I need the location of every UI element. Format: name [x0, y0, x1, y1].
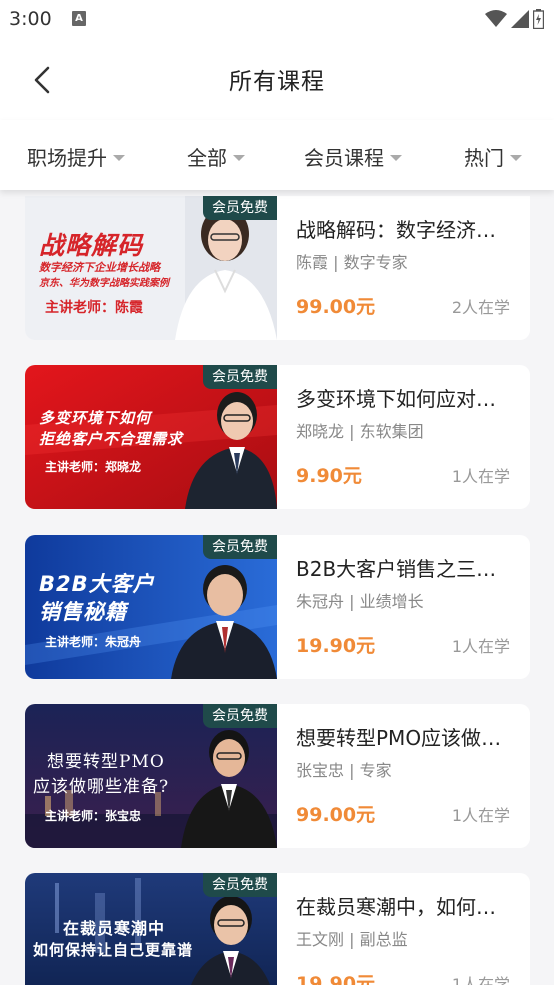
filter-label: 职场提升 — [27, 146, 107, 170]
caret-down-icon — [390, 154, 402, 161]
course-thumbnail: 战略解码 数字经济下企业增长战略 京东、华为数字战略实践案例 主讲老师：陈霞 会… — [25, 196, 277, 340]
course-price: 9.90元 — [296, 465, 362, 487]
thumb-title: 拒绝客户不合理需求 — [39, 430, 184, 448]
thumb-subtitle: 数字经济下企业增长战略 — [39, 261, 160, 274]
course-thumbnail: 多变环境下如何 拒绝客户不合理需求 主讲老师：郑晓龙 会员免费 — [25, 365, 277, 509]
course-card[interactable]: 战略解码 数字经济下企业增长战略 京东、华为数字战略实践案例 主讲老师：陈霞 会… — [25, 196, 530, 340]
course-price: 19.90元 — [296, 635, 376, 657]
course-thumbnail: B2B大客户 销售秘籍 主讲老师：朱冠舟 会员免费 — [25, 535, 277, 679]
course-meta: 陈霞 | 数字专家 — [296, 253, 408, 272]
filter-label: 会员课程 — [304, 146, 384, 170]
thumb-title: 战略解码 — [39, 231, 144, 260]
thumb-subtitle: 京东、华为数字战略实践案例 — [39, 278, 169, 289]
filter-label: 热门 — [464, 146, 504, 170]
learner-count: 1人在学 — [451, 975, 510, 985]
filter-type[interactable]: 会员课程 — [304, 142, 402, 171]
member-free-badge: 会员免费 — [203, 365, 277, 389]
member-free-badge: 会员免费 — [203, 704, 277, 728]
notification-icon: A — [72, 11, 86, 26]
thumb-teacher: 主讲老师：朱冠舟 — [45, 635, 142, 649]
course-card[interactable]: 多变环境下如何 拒绝客户不合理需求 主讲老师：郑晓龙 会员免费 多变环境下如何应… — [25, 365, 530, 509]
course-title: 战略解码：数字经济下企业增长战略 — [296, 218, 511, 242]
filter-category[interactable]: 职场提升 — [27, 142, 125, 171]
course-thumbnail: 在裁员寒潮中 如何保持让自己更靠谱 会员免费 — [25, 873, 277, 985]
learner-count: 1人在学 — [451, 806, 510, 825]
thumb-teacher: 主讲老师：张宝忠 — [45, 809, 142, 823]
status-icons — [485, 8, 544, 30]
course-title: 想要转型PMO应该做哪些准备？ — [296, 726, 511, 750]
course-title: 在裁员寒潮中，如何保持让自己更靠谱 — [296, 895, 511, 919]
course-thumbnail: 想要转型PMO 应该做哪些准备? 主讲老师：张宝忠 会员免费 — [25, 704, 277, 848]
caret-down-icon — [510, 154, 522, 161]
learner-count: 1人在学 — [451, 637, 510, 656]
member-free-badge: 会员免费 — [203, 873, 277, 897]
battery-icon — [533, 9, 544, 29]
course-title: 多变环境下如何应对客户不合理需求 — [296, 387, 511, 411]
thumb-title: 应该做哪些准备? — [33, 777, 170, 797]
thumb-teacher: 主讲老师：郑晓龙 — [45, 460, 142, 474]
filter-scope[interactable]: 全部 — [187, 142, 245, 171]
wifi-icon — [485, 10, 507, 27]
course-list: 战略解码 数字经济下企业增长战略 京东、华为数字战略实践案例 主讲老师：陈霞 会… — [0, 190, 554, 985]
filter-sort[interactable]: 热门 — [464, 142, 522, 171]
thumb-title: 多变环境下如何 — [39, 409, 152, 427]
course-meta: 王文刚 | 副总监 — [296, 930, 408, 949]
course-price: 19.90元 — [296, 973, 376, 985]
learner-count: 2人在学 — [451, 298, 510, 317]
header: 所有课程 — [0, 40, 554, 120]
course-meta: 朱冠舟 | 业绩增长 — [296, 592, 424, 611]
thumb-title: 在裁员寒潮中 — [63, 919, 166, 938]
status-bar: 3:00 A — [0, 0, 554, 40]
member-free-badge: 会员免费 — [203, 196, 277, 220]
caret-down-icon — [233, 154, 245, 161]
learner-count: 1人在学 — [451, 467, 510, 486]
page-title: 所有课程 — [229, 69, 325, 95]
thumb-title: B2B大客户 — [39, 572, 155, 596]
signal-icon — [511, 10, 529, 28]
thumb-title: 如何保持让自己更靠谱 — [33, 941, 194, 959]
course-card[interactable]: B2B大客户 销售秘籍 主讲老师：朱冠舟 会员免费 B2B大客户销售之三大秘籍 … — [25, 535, 530, 679]
thumb-title: 想要转型PMO — [47, 752, 165, 772]
course-title: B2B大客户销售之三大秘籍 — [296, 557, 511, 581]
course-card[interactable]: 在裁员寒潮中 如何保持让自己更靠谱 会员免费 在裁员寒潮中，如何保持让自己更靠谱… — [25, 873, 530, 985]
member-free-badge: 会员免费 — [203, 535, 277, 559]
status-time: 3:00 — [9, 8, 52, 30]
course-meta: 张宝忠 | 专家 — [296, 761, 392, 780]
course-meta: 郑晓龙 | 东软集团 — [296, 422, 424, 441]
caret-down-icon — [113, 154, 125, 161]
filter-bar: 职场提升 全部 会员课程 热门 — [0, 120, 554, 190]
course-price: 99.00元 — [296, 804, 376, 826]
filter-label: 全部 — [187, 146, 227, 170]
course-card[interactable]: 想要转型PMO 应该做哪些准备? 主讲老师：张宝忠 会员免费 想要转型PMO应该… — [25, 704, 530, 848]
thumb-title: 销售秘籍 — [39, 600, 127, 624]
thumb-teacher: 主讲老师：陈霞 — [45, 300, 143, 316]
course-price: 99.00元 — [296, 296, 376, 318]
